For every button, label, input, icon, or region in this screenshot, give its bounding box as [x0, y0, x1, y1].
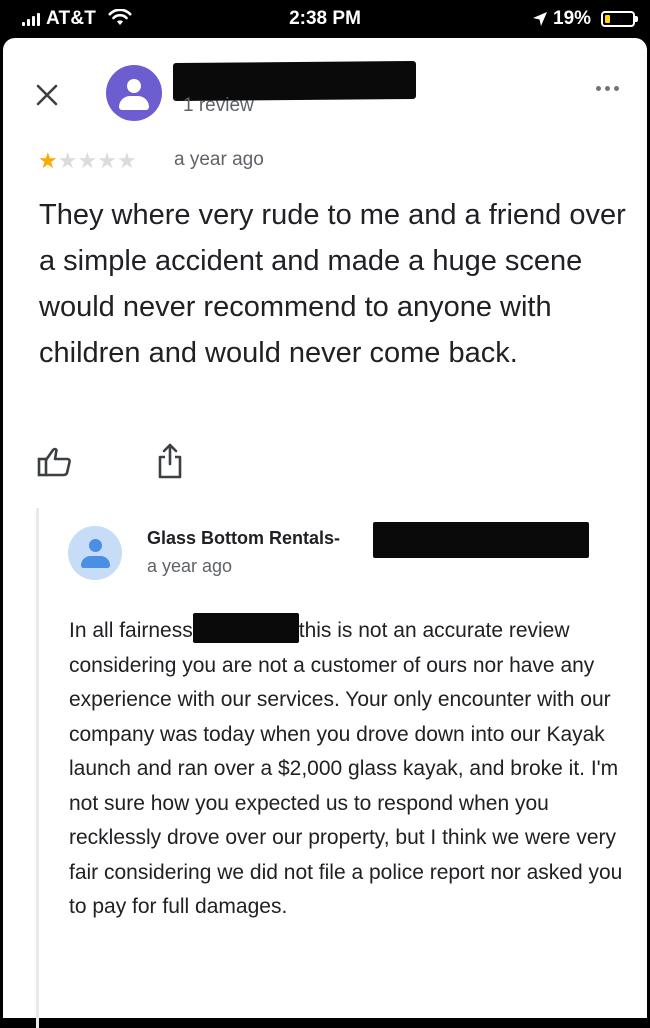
owner-name-redacted: [373, 522, 589, 558]
review-card: 1 review ★ ★ ★ ★ ★ a year ago They where ver…: [3, 38, 647, 1028]
status-bar: AT&T 2:38 PM 19%: [0, 0, 650, 38]
star-empty-icon: ★: [57, 148, 78, 173]
share-icon[interactable]: [156, 442, 184, 480]
thumbs-up-icon[interactable]: [37, 446, 73, 478]
response-text-rest: this is not an accurate review consideri…: [69, 619, 623, 918]
star-empty-icon: ★: [116, 148, 137, 173]
star-empty-icon: ★: [97, 148, 117, 173]
owner-response-time: a year ago: [147, 556, 233, 576]
more-options-icon[interactable]: [596, 86, 619, 91]
battery-level: [605, 15, 610, 23]
location-arrow-icon: [533, 12, 547, 26]
owner-response-text: In all fairness this is not an accurate r…: [69, 613, 629, 925]
close-icon[interactable]: [34, 82, 60, 108]
review-text: They where very rude to me and a friend …: [39, 199, 626, 369]
star-filled-icon: ★: [38, 148, 58, 173]
star-rating: ★ ★ ★ ★ ★: [38, 150, 137, 172]
battery-percent: 19%: [553, 8, 592, 29]
owner-avatar: [68, 526, 122, 580]
star-empty-icon: ★: [77, 148, 98, 173]
redacted-name: [192, 613, 299, 643]
reviewer-review-count: 1 review: [183, 95, 254, 116]
reviewer-avatar[interactable]: [106, 65, 162, 121]
response-text-start: In all fairness: [69, 619, 193, 642]
owner-name: Glass Bottom Rentals-: [147, 528, 341, 548]
battery-icon: [601, 11, 638, 27]
review-time: a year ago: [174, 149, 264, 170]
owner-response: Glass Bottom Rentals- a year ago In all …: [36, 508, 650, 1028]
